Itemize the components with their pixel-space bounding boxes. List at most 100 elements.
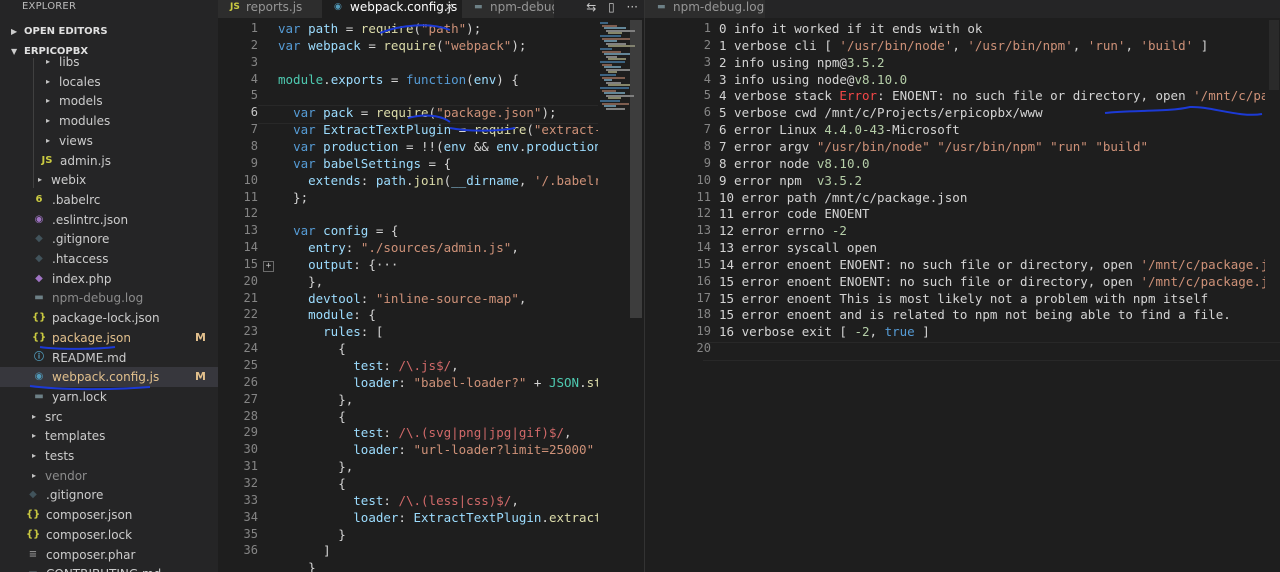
code-token: :: [383, 492, 399, 508]
code-token: : {···: [353, 256, 399, 272]
line-number: 36: [243, 543, 258, 558]
line-number: 19: [696, 324, 711, 339]
chevron-right-icon: ▸: [46, 57, 51, 66]
line-number: 13: [696, 223, 711, 238]
code-area[interactable]: var path = require("path"); var webpack =…: [278, 20, 598, 572]
code-line: 10 error path /mnt/c/package.json: [719, 189, 967, 206]
file-type-icon: {}: [32, 331, 47, 343]
vertical-scrollbar[interactable]: [630, 20, 642, 318]
tree-item[interactable]: ▸ views: [0, 131, 218, 151]
tree-item[interactable]: {} package-lock.json: [0, 308, 218, 328]
file-type-icon: ≡: [28, 548, 38, 560]
code-token: v8.10.0: [816, 155, 870, 171]
tree-item[interactable]: ▸ libs: [0, 52, 218, 72]
code-token: }: [278, 526, 346, 542]
tab-reports[interactable]: JS reports.js: [218, 0, 322, 18]
code-token: extract: [548, 509, 598, 525]
code-token: ]: [1193, 37, 1209, 53]
file-type-icon: {}: [32, 312, 47, 324]
code-token: 'build': [1140, 37, 1194, 53]
tree-item[interactable]: ▸ templates: [0, 426, 218, 446]
code-line: output: {···: [278, 256, 398, 273]
line-number: 1: [250, 21, 258, 35]
close-icon[interactable]: ×: [445, 0, 454, 14]
code-token: '/mnt/c/package.json': [1140, 273, 1265, 289]
tree-item[interactable]: ▸ models: [0, 91, 218, 111]
code-token: -2: [854, 324, 870, 340]
line-number: 4: [250, 71, 258, 86]
js-file-icon: JS: [230, 2, 240, 12]
code-line: 12 error errno -2: [719, 222, 847, 239]
tab-npm-debug[interactable]: ▬ npm-debug.: [462, 0, 554, 18]
split-editor-icon[interactable]: ▯: [608, 0, 615, 14]
tree-item[interactable]: ≡ composer.phar: [0, 545, 218, 565]
code-line: module: {: [278, 306, 376, 323]
code-token: "url-loader?limit=25000": [413, 442, 595, 458]
tab-npm-debug-log[interactable]: ▬ npm-debug.log: [645, 0, 765, 18]
code-token: 8 error node: [719, 155, 817, 171]
code-token: }: [278, 560, 316, 572]
line-number: 21: [243, 290, 258, 305]
folder-label: libs: [59, 55, 80, 69]
code-token: "path": [421, 21, 467, 36]
code-token: extends: [308, 172, 361, 188]
tree-item[interactable]: {} package.json M: [0, 328, 218, 348]
line-number: 27: [243, 391, 258, 406]
tree-item[interactable]: ◉ webpack.config.js M: [0, 367, 218, 388]
tree-item[interactable]: ▸ tests: [0, 446, 218, 466]
tree-item[interactable]: ▬ yarn.lock: [0, 387, 218, 407]
tree-item[interactable]: ◆ index.php: [0, 269, 218, 289]
tree-item[interactable]: ◉ .eslintrc.json: [0, 210, 218, 230]
folder-label: locales: [59, 74, 101, 89]
chevron-right-icon: ▸: [46, 76, 51, 86]
file-type-icon: 6: [35, 193, 43, 205]
tree-item[interactable]: ▬ CONTRIBUTING.md: [0, 564, 218, 572]
code-token: ]: [914, 324, 930, 340]
file-label: package.json: [52, 330, 132, 345]
tree-item[interactable]: ▬ npm-debug.log: [0, 288, 218, 308]
tree-item[interactable]: ▸ locales: [0, 72, 218, 92]
file-label: index.php: [52, 271, 112, 286]
tree-item[interactable]: ◆ .gitignore: [0, 229, 218, 249]
code-token: output: [308, 256, 354, 272]
code-line: 4 verbose stack Error: ENOENT: no such f…: [719, 87, 1265, 104]
code-token: pack: [323, 105, 354, 121]
code-token: (: [466, 71, 474, 87]
tree-item[interactable]: ▸ src: [0, 407, 218, 427]
code-token: loader: [353, 509, 399, 525]
tab-bar-right: ▬ npm-debug.log: [645, 0, 1280, 18]
minimap[interactable]: [1269, 20, 1279, 90]
code-token: var: [293, 122, 324, 138]
tree-item[interactable]: 6 .babelrc: [0, 190, 218, 210]
line-number: 33: [243, 492, 258, 507]
code-token: join: [413, 172, 444, 188]
code-area[interactable]: 0 info it worked if it ends with ok 1 ver…: [719, 20, 1265, 572]
more-actions-icon[interactable]: ···: [627, 0, 638, 14]
code-token: path: [308, 21, 339, 36]
tab-webpack-config[interactable]: ◉ webpack.config.js ×: [322, 0, 462, 18]
tree-item[interactable]: ◆ .gitignore: [0, 485, 218, 505]
tree-item[interactable]: {} composer.lock: [0, 525, 218, 545]
tree-item[interactable]: {} composer.json: [0, 505, 218, 525]
code-token: :: [383, 358, 399, 373]
compare-icon[interactable]: ⇆: [586, 0, 596, 14]
tree-item[interactable]: JS admin.js: [0, 151, 218, 171]
code-token: "/usr/bin/node": [816, 138, 930, 154]
open-editors-section[interactable]: ▶ OPEN EDITORS: [0, 22, 218, 42]
line-number: 6: [250, 105, 258, 120]
code-token: },: [278, 459, 354, 475]
tree-item[interactable]: ▸ vendor: [0, 466, 218, 486]
tree-item[interactable]: ▸ webix: [0, 170, 218, 190]
line-number: 30: [243, 442, 258, 457]
tree-item[interactable]: ◆ .htaccess: [0, 249, 218, 269]
line-number: 11: [696, 189, 711, 204]
line-number: 17: [696, 290, 711, 305]
fold-expand-icon[interactable]: +: [263, 261, 274, 272]
tree-item[interactable]: ▸ modules: [0, 111, 218, 131]
tree-item[interactable]: ⓘ README.md: [0, 348, 218, 368]
code-token: production: [323, 138, 399, 154]
chevron-right-icon: ▸: [46, 116, 51, 126]
file-label: .gitignore: [52, 232, 110, 247]
